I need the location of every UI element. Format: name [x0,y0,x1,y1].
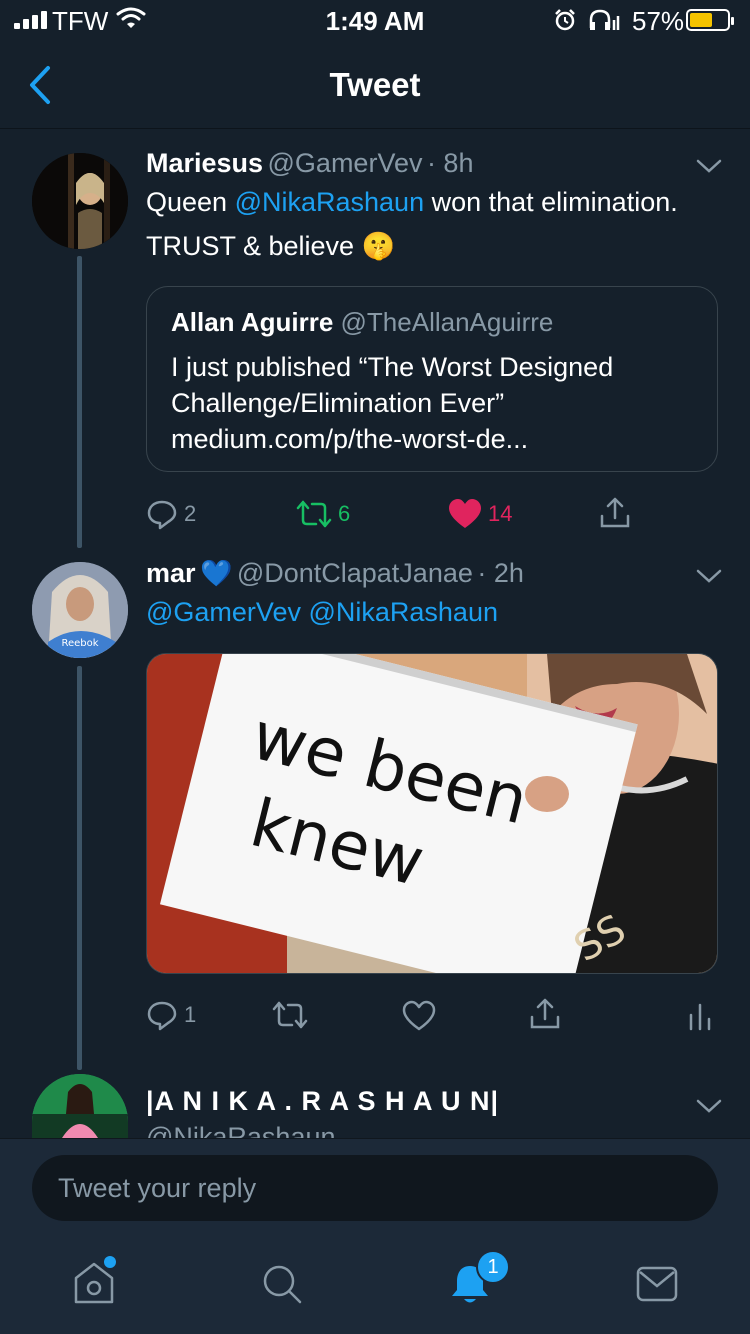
author-name[interactable]: mar [146,558,196,588]
quoted-author: Allan Aguirre @TheAllanAguirre [171,307,553,338]
author-handle: @DontClapatJanae [236,558,473,588]
mention-link[interactable]: @GamerVev [146,597,301,627]
notification-badge: 1 [476,1250,510,1284]
tweet-text-line2: TRUST & believe 🤫 [146,224,395,268]
tab-bar: 1 [0,1244,750,1334]
tweet-text-part: won that elimination. [424,187,678,217]
tweet-text-part: TRUST & believe [146,231,362,261]
svg-text:Reebok: Reebok [61,638,98,649]
chevron-down-icon[interactable] [696,1098,722,1119]
chevron-down-icon[interactable] [696,158,722,179]
mail-icon [636,1266,678,1302]
thread-line [77,666,82,1070]
mention-link[interactable]: @NikaRashaun [235,187,425,217]
heart-outline-icon [402,1000,436,1031]
share-icon [530,998,560,1029]
share-icon [600,497,630,528]
quoted-author-handle: @TheAllanAguirre [340,307,554,337]
author-name[interactable]: |A N I K A . R A S H A U N| [146,1086,499,1117]
battery-percent: 57% [632,6,685,36]
blue-heart-emoji: 💙 [199,558,233,588]
shushing-face-emoji: 🤫 [361,231,396,261]
reply-count: 1 [184,1002,197,1027]
page-title: Tweet [329,66,421,103]
retweet-button[interactable] [272,999,308,1031]
new-tweets-dot [104,1256,116,1268]
mention-link[interactable]: @NikaRashaun [308,597,498,627]
quoted-text-line: I just published “The Worst Designed [171,352,614,382]
chevron-down-icon[interactable] [696,568,722,589]
quoted-text-line: Challenge/Elimination Ever” [171,388,505,418]
avatar[interactable] [32,1074,128,1138]
share-button[interactable] [598,496,632,530]
analytics-button[interactable] [688,1001,712,1031]
tweet-text-part: Queen [146,187,235,217]
tweet-header: Mariesus @GamerVev · 8h [146,148,473,179]
author-name[interactable]: Mariesus [146,148,263,178]
tweet-text: @GamerVev @NikaRashaun [146,590,498,634]
retweet-count: 6 [338,501,351,526]
tab-notifications[interactable]: 1 [448,1250,510,1311]
avatar[interactable] [32,153,128,249]
tweet-time: · 2h [477,558,524,588]
like-button[interactable] [402,1000,436,1032]
tweet-header: mar 💙 @DontClapatJanae · 2h [146,558,524,589]
retweet-icon [272,1001,308,1029]
tweet-image[interactable]: we been knew SS [146,653,718,974]
avatar[interactable]: Reebok [32,562,128,658]
heart-filled-icon [449,499,481,528]
quoted-text: I just published “The Worst Designed Cha… [171,349,701,457]
reply-icon [147,1001,177,1031]
reply-icon [147,500,177,530]
quoted-author-name: Allan Aguirre [171,307,334,337]
tweet-text: Queen @NikaRashaun won that elimination. [146,180,678,224]
retweet-button[interactable]: 6 [296,498,350,530]
tab-home[interactable] [72,1256,116,1311]
status-bar: TFW 1:49 AM 57% [0,0,750,40]
analytics-icon [689,1003,711,1031]
search-icon [263,1265,302,1304]
reply-count: 2 [184,501,197,526]
author-handle: @GamerVev [267,148,423,178]
share-button[interactable] [528,997,562,1031]
author-handle: @NikaRashaun [146,1122,336,1138]
like-button[interactable]: 14 [448,498,512,530]
like-count: 14 [488,501,513,526]
reply-button[interactable]: 1 [146,999,196,1031]
tweet-time: · 8h [426,148,474,178]
alarm-icon [553,8,577,39]
author-handle-clip: @NikaRashaun [146,1122,336,1138]
nav-bar: Tweet [0,44,750,129]
reply-bar: Tweet your reply [0,1138,750,1245]
headphones-icon [588,8,622,39]
quoted-tweet-card[interactable]: Allan Aguirre @TheAllanAguirre I just pu… [146,286,718,472]
reply-input[interactable]: Tweet your reply [32,1155,718,1221]
battery-icon [686,9,734,31]
reply-button[interactable]: 2 [146,498,196,530]
tab-messages[interactable] [636,1266,678,1307]
tab-search[interactable] [260,1262,304,1311]
thread-line [77,256,82,548]
retweet-icon [296,500,332,528]
quoted-link[interactable]: medium.com/p/the-worst-de... [171,421,701,457]
